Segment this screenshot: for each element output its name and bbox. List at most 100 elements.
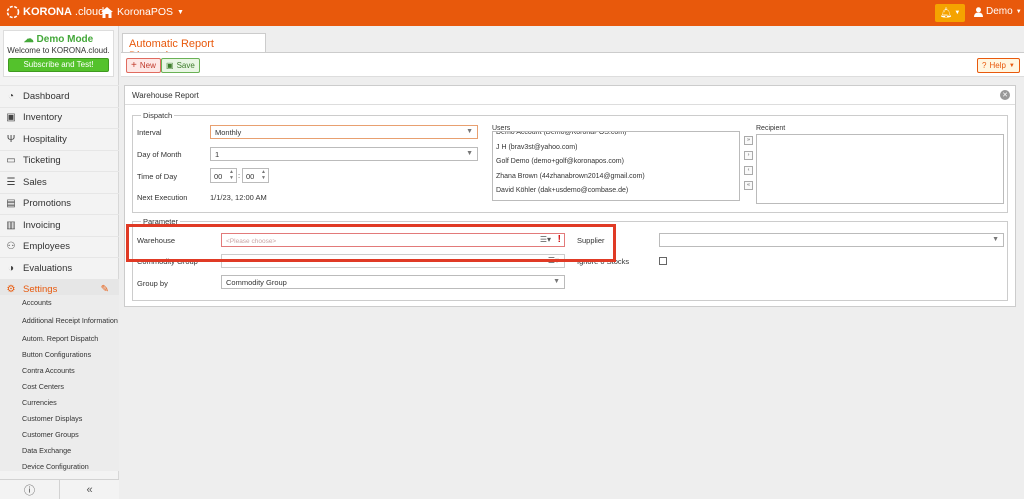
add-one-button[interactable]: › xyxy=(744,151,753,160)
recipient-list[interactable] xyxy=(756,134,1004,204)
subnav-item-autom-report-dispatch[interactable]: Autom. Report Dispatch xyxy=(0,331,119,347)
korona-logo[interactable]: KORONA .cloud xyxy=(6,5,104,19)
chevron-down-icon: ▼ xyxy=(1008,62,1015,69)
sidebar-item-hospitality[interactable]: Ψ Hospitality xyxy=(0,128,119,150)
app-switcher[interactable]: KoronaPOS ▼ xyxy=(101,6,184,18)
sales-icon: ☰ xyxy=(6,176,16,188)
tab-automatic-report-dispatch[interactable]: Automatic Report Dispatch xyxy=(122,33,266,62)
sidebar-item-label: Evaluations xyxy=(23,262,73,274)
pencil-icon[interactable]: ✎ xyxy=(101,284,109,295)
sidebar-item-invoicing[interactable]: ▥ Invoicing xyxy=(0,214,119,236)
sidebar-item-evaluations[interactable]: ◑ Evaluations xyxy=(0,257,119,279)
sidebar-item-label: Promotions xyxy=(23,198,72,210)
save-icon: ▣ xyxy=(166,61,174,70)
logo-text: KORONA xyxy=(23,6,72,18)
question-icon: ? xyxy=(982,61,987,70)
top-bar: KORONA .cloud KoronaPOS ▼ 🔔︎ ▼ Demo ▼ xyxy=(0,0,1024,26)
user-list-item[interactable]: David Köhler (dak+usdemo@combase.de) xyxy=(493,184,739,199)
collapse-sidebar-icon[interactable]: « xyxy=(60,480,119,499)
group-by-label: Group by xyxy=(137,279,168,288)
interval-label: Interval xyxy=(137,128,162,137)
sidebar-item-label: Hospitality xyxy=(23,133,67,145)
interval-select[interactable]: Monthly ▼ xyxy=(210,125,478,139)
close-icon[interactable]: ✕ xyxy=(1000,90,1010,100)
home-icon xyxy=(101,6,113,18)
remove-all-button[interactable]: « xyxy=(744,181,753,190)
sidebar-item-inventory[interactable]: ▣ Inventory xyxy=(0,106,119,129)
subnav-item-device-configuration[interactable]: Device Configuration xyxy=(0,459,119,471)
remove-one-button[interactable]: ‹ xyxy=(744,166,753,175)
users-list[interactable]: Demo Account (Demo@KoronaPOS.com) J H (b… xyxy=(492,131,740,201)
user-list-item[interactable]: Demo Account (Demo@KoronaPOS.com) xyxy=(493,132,739,141)
sidebar-item-label: Employees xyxy=(23,241,70,253)
ticket-icon: ▭ xyxy=(6,155,16,167)
chevron-down-icon: ▼ xyxy=(466,128,473,135)
panel-header: Warehouse Report ✕ xyxy=(125,86,1015,105)
minute-spinner[interactable]: 00 ▲ ▼ xyxy=(242,168,269,183)
group-by-select[interactable]: Commodity Group ▼ xyxy=(221,275,565,289)
add-all-button[interactable]: » xyxy=(744,136,753,145)
user-list-item[interactable]: J H (brav3st@yahoo.com) xyxy=(493,141,739,156)
help-circle-icon[interactable]: ⓘ xyxy=(0,480,60,499)
dispatch-legend: Dispatch xyxy=(143,111,173,120)
settings-icon: ⚙ xyxy=(6,284,16,296)
user-icon xyxy=(974,6,983,17)
demo-mode-box: ☁ Demo Mode Welcome to KORONA.cloud. Sub… xyxy=(3,30,114,77)
evaluations-icon: ◑ xyxy=(7,262,15,274)
dashboard-icon: ◔ xyxy=(7,90,15,102)
subnav-item-contra-accounts[interactable]: Contra Accounts xyxy=(0,363,119,379)
ignore-zero-stocks-checkbox[interactable] xyxy=(659,257,667,265)
chevron-down-icon: ▼ xyxy=(954,10,961,16)
sidebar-item-label: Inventory xyxy=(23,112,63,124)
day-of-month-value: 1 xyxy=(215,150,220,159)
interval-value: Monthly xyxy=(215,128,242,137)
sidebar-item-sales[interactable]: ☰ Sales xyxy=(0,171,119,193)
recipient-label: Recipient xyxy=(756,125,786,132)
chevron-down-icon: ▼ xyxy=(466,150,473,157)
user-menu[interactable]: Demo ▼ xyxy=(974,6,1022,17)
hour-value: 00 xyxy=(214,172,223,181)
app-name: KoronaPOS xyxy=(117,6,174,18)
hospitality-icon: Ψ xyxy=(6,133,16,145)
next-execution-value: 1/1/23, 12:00 AM xyxy=(210,193,267,202)
notification-button[interactable]: 🔔︎ ▼ xyxy=(935,4,965,22)
next-execution-label: Next Execution xyxy=(137,193,188,202)
subnav-item-additional-receipt-information[interactable]: Additional Receipt Information xyxy=(0,311,119,331)
subnav-item-customer-groups[interactable]: Customer Groups xyxy=(0,427,119,443)
subnav-item-currencies[interactable]: Currencies xyxy=(0,395,119,411)
help-label: Help xyxy=(989,61,1006,70)
toolbar: + New ▣ Save ? Help ▼ xyxy=(121,52,1024,77)
subnav-item-button-configurations[interactable]: Button Configurations xyxy=(0,347,119,363)
subnav-item-accounts[interactable]: Accounts xyxy=(0,295,119,311)
subnav-item-cost-centers[interactable]: Cost Centers xyxy=(0,379,119,395)
chevron-down-icon: ▼ xyxy=(177,8,184,16)
settings-subnav: Accounts Additional Receipt Information … xyxy=(0,295,119,471)
subnav-item-data-exchange[interactable]: Data Exchange xyxy=(0,443,119,459)
warehouse-report-panel: Warehouse Report ✕ Dispatch Interval Mon… xyxy=(124,85,1016,307)
time-separator: : xyxy=(238,171,241,180)
group-by-value: Commodity Group xyxy=(226,278,287,287)
sidebar-item-employees[interactable]: ⚇ Employees xyxy=(0,235,119,258)
demo-title: ☁ Demo Mode xyxy=(4,34,113,45)
new-button[interactable]: + New xyxy=(126,58,161,73)
invoicing-icon: ▥ xyxy=(6,219,16,231)
hour-spinner[interactable]: 00 ▲ ▼ xyxy=(210,168,237,183)
chevron-down-icon: ▼ xyxy=(1015,8,1022,15)
promotions-icon: ▤ xyxy=(6,198,16,210)
welcome-text: Welcome to KORONA.cloud. xyxy=(7,46,110,55)
sidebar-item-ticketing[interactable]: ▭ Ticketing xyxy=(0,149,119,172)
user-list-item[interactable]: Golf Demo (demo+golf@koronapos.com) xyxy=(493,155,739,170)
subnav-item-customer-displays[interactable]: Customer Displays xyxy=(0,411,119,427)
minute-value: 00 xyxy=(246,172,255,181)
supplier-select[interactable]: ▼ xyxy=(659,233,1004,247)
save-button[interactable]: ▣ Save xyxy=(161,58,200,73)
sidebar-footer: ⓘ « xyxy=(0,479,119,499)
user-list-item[interactable]: Zhana Brown (44zhanabrown2014@gmail.com) xyxy=(493,170,739,185)
sidebar-item-promotions[interactable]: ▤ Promotions xyxy=(0,192,119,215)
subscribe-button[interactable]: Subscribe and Test! xyxy=(8,58,109,72)
day-of-month-select[interactable]: 1 ▼ xyxy=(210,147,478,161)
cloud-icon: ☁ xyxy=(23,34,34,45)
help-button[interactable]: ? Help ▼ xyxy=(977,58,1020,73)
sidebar-item-dashboard[interactable]: ◔ Dashboard xyxy=(0,85,119,107)
plus-icon: + xyxy=(131,60,137,71)
